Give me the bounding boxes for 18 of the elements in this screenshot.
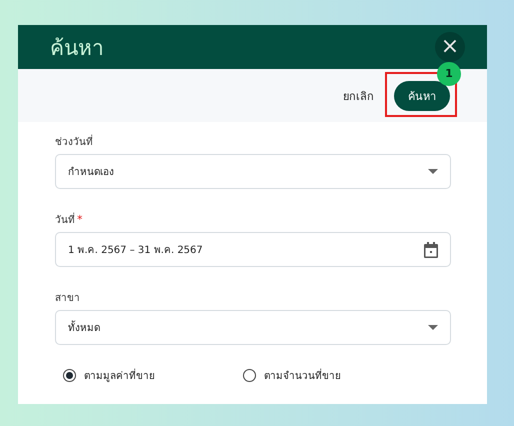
caret-icon	[428, 168, 438, 174]
radio-icon[interactable]	[63, 369, 76, 382]
dropdown-field[interactable]: กำหนดเอง	[55, 154, 451, 189]
required-mark: *	[77, 212, 82, 226]
cancel-button[interactable]: ยกเลิก	[343, 86, 374, 104]
dropdown-field[interactable]: ทั้งหมด	[55, 310, 451, 345]
radio-icon[interactable]	[243, 369, 256, 382]
date-range-field[interactable]: 1 พ.ค. 2567 – 31 พ.ค. 2567	[55, 232, 451, 267]
field-label: ช่วงวันที่	[55, 134, 93, 148]
radio-option[interactable]: ตามจำนวนที่ขาย	[243, 368, 343, 383]
radio-option[interactable]: ตามมูลค่าที่ขาย	[63, 368, 163, 383]
close-button[interactable]: ×	[435, 32, 465, 62]
search-button[interactable]: ค้นหา	[394, 80, 450, 110]
calendar-icon[interactable]	[424, 242, 438, 258]
field-label: วันที่	[55, 212, 75, 226]
field-label: สาขา	[55, 292, 80, 304]
caret-icon	[428, 324, 438, 330]
dialog-title: ค้นหา	[50, 34, 104, 62]
